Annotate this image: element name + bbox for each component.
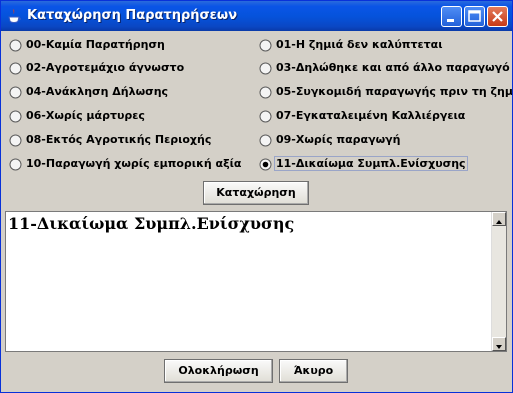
radio-option-label[interactable]: 11-Δικαίωμα Συμπλ.Ενίσχυσης — [274, 156, 468, 171]
java-app-icon — [8, 9, 21, 23]
close-button[interactable] — [487, 6, 508, 27]
remarks-textarea[interactable]: 11-Δικαίωμα Συμπλ.Ενίσχυσης — [5, 211, 507, 352]
close-icon — [492, 11, 503, 22]
radio-option-label[interactable]: 05-Συγκομιδή παραγωγής πριν τη ζημιά — [276, 85, 512, 98]
radio-unchecked-icon[interactable] — [9, 62, 22, 75]
window-title: Καταχώρηση Παρατηρήσεων — [27, 8, 238, 23]
dialog-window: Καταχώρηση Παρατηρήσεων 00-Καμία Παρατήρ… — [0, 0, 513, 393]
radio-unchecked-icon[interactable] — [9, 86, 22, 99]
radio-unchecked-icon[interactable] — [259, 134, 272, 147]
maximize-icon — [468, 10, 481, 22]
vertical-scrollbar[interactable] — [491, 212, 506, 351]
title-bar[interactable]: Καταχώρηση Παρατηρήσεων — [1, 1, 512, 31]
radio-option-label[interactable]: 00-Καμία Παρατήρηση — [26, 38, 165, 51]
radio-unchecked-icon[interactable] — [259, 86, 272, 99]
maximize-button[interactable] — [464, 6, 485, 27]
minimize-button[interactable] — [441, 6, 462, 27]
radio-unchecked-icon[interactable] — [259, 110, 272, 123]
radio-option-label[interactable]: 09-Χωρίς παραγωγή — [276, 133, 401, 146]
radio-option-label[interactable]: 04-Ανάκληση Δήλωσης — [26, 85, 168, 98]
register-button[interactable]: Καταχώρηση — [203, 181, 309, 205]
radio-option-label[interactable]: 02-Αγροτεμάχιο άγνωστο — [26, 61, 184, 74]
radio-unchecked-icon[interactable] — [9, 158, 22, 171]
radio-option-label[interactable]: 01-Η ζημιά δεν καλύπτεται — [276, 38, 442, 51]
scroll-down-button[interactable] — [492, 337, 506, 351]
remarks-text: 11-Δικαίωμα Συμπλ.Ενίσχυσης — [8, 214, 295, 233]
radio-checked-icon[interactable] — [259, 158, 272, 171]
radio-option-label[interactable]: 03-Δηλώθηκε και από άλλο παραγωγό — [276, 61, 510, 74]
radio-option-label[interactable]: 06-Χωρίς μάρτυρες — [26, 109, 145, 122]
radio-unchecked-icon[interactable] — [9, 39, 22, 52]
arrow-down-icon — [496, 345, 502, 349]
cancel-button[interactable]: Άκυρο — [279, 359, 348, 383]
radio-option-label[interactable]: 07-Εγκαταλειμένη Καλλιέργεια — [276, 109, 465, 122]
minimize-icon — [447, 19, 454, 22]
complete-button[interactable]: Ολοκλήρωση — [164, 359, 273, 383]
radio-option-label[interactable]: 10-Παραγωγή χωρίς εμπορική αξία — [26, 157, 241, 170]
radio-unchecked-icon[interactable] — [259, 62, 272, 75]
radio-option-label[interactable]: 08-Εκτός Αγροτικής Περιοχής — [26, 133, 211, 146]
scroll-up-button[interactable] — [492, 212, 506, 226]
radio-unchecked-icon[interactable] — [9, 134, 22, 147]
radio-unchecked-icon[interactable] — [9, 110, 22, 123]
scroll-track[interactable] — [492, 226, 506, 337]
radio-unchecked-icon[interactable] — [259, 39, 272, 52]
